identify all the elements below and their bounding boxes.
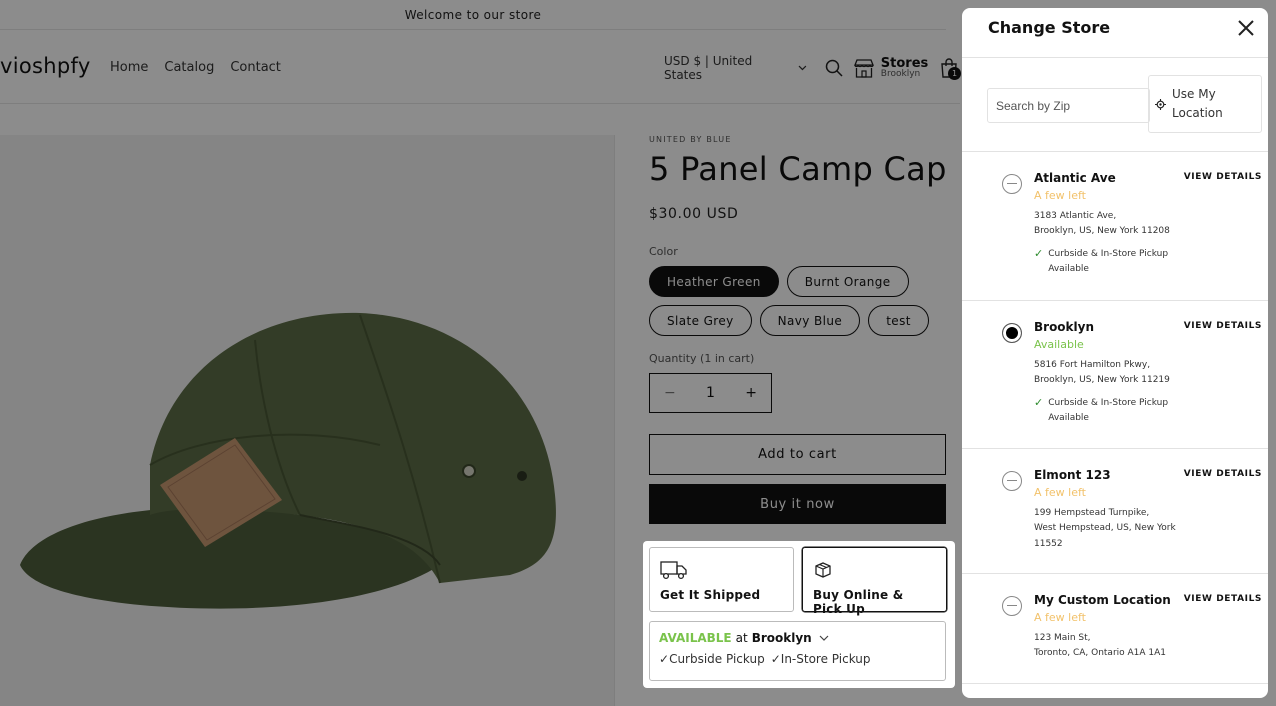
truck-icon: [660, 561, 687, 580]
check-icon: ✓: [659, 652, 670, 666]
store-pickup-info: ✓ Curbside & In-Store Pickup Available: [1034, 247, 1184, 278]
fulfillment-options: Get It Shipped Buy Online & Pick Up: [649, 547, 949, 616]
availability-status: AVAILABLE: [659, 631, 732, 645]
buy-online-pickup-option[interactable]: Buy Online & Pick Up: [802, 547, 947, 616]
close-icon[interactable]: [1236, 18, 1256, 38]
store-search-row: Use My Location: [962, 58, 1268, 152]
store-pickup-info: ✓ Curbside & In-Store Pickup Available: [1034, 396, 1184, 427]
use-my-location-button[interactable]: Use My Location: [1148, 75, 1262, 133]
view-details-link[interactable]: VIEW DETAILS: [1184, 594, 1262, 604]
availability-store[interactable]: Brooklyn: [752, 631, 812, 645]
box-icon: [815, 562, 831, 578]
availability-line: AVAILABLE at Brooklyn: [659, 631, 936, 645]
curbside-pickup-label: Curbside Pickup: [669, 652, 765, 666]
curbside-pickup: ✓Curbside Pickup: [659, 652, 765, 666]
store-address: 3183 Atlantic Ave, Brooklyn, US, New York…: [1034, 211, 1170, 237]
check-icon: ✓: [1034, 395, 1044, 409]
drawer-title: Change Store: [988, 18, 1111, 37]
store-item-atlantic-ave[interactable]: Atlantic Ave A few left 3183 Atlantic Av…: [962, 152, 1268, 301]
check-icon: ✓: [1034, 246, 1044, 260]
store-address: 199 Hempstead Turnpike, West Hempstead, U…: [1034, 508, 1176, 549]
change-store-drawer: Change Store Use My Location Atlantic Av…: [962, 8, 1268, 698]
drawer-header: Change Store: [962, 8, 1268, 58]
store-stock-status: Available: [1034, 338, 1084, 351]
zip-search-input[interactable]: [987, 88, 1150, 123]
store-address: 5816 Fort Hamilton Pkwy, Brooklyn, US, Ne…: [1034, 360, 1170, 386]
store-item-elmont-123[interactable]: Elmont 123 A few left 199 Hempstead Turn…: [962, 449, 1268, 574]
fulfillment-module: Get It Shipped Buy Online & Pick Up AVAI…: [643, 541, 955, 688]
store-stock-status: A few left: [1034, 611, 1086, 624]
store-radio-elmont-123[interactable]: [1002, 471, 1022, 491]
store-radio-brooklyn[interactable]: [1002, 323, 1022, 343]
instore-pickup: ✓In-Store Pickup: [771, 652, 871, 666]
chevron-down-icon[interactable]: [819, 635, 829, 642]
availability-at: at: [735, 631, 748, 645]
view-details-link[interactable]: VIEW DETAILS: [1184, 469, 1262, 479]
check-icon: ✓: [770, 652, 781, 666]
availability-box: AVAILABLE at Brooklyn ✓Curbside Pickup ✓…: [649, 621, 946, 681]
get-it-shipped-option[interactable]: Get It Shipped: [649, 547, 794, 612]
store-address: 123 Main St, Toronto, CA, Ontario A1A 1A1: [1034, 633, 1167, 659]
store-stock-status: A few left: [1034, 486, 1086, 499]
use-my-location-label: Use My Location: [1172, 87, 1223, 120]
store-radio-atlantic-ave[interactable]: [1002, 174, 1022, 194]
store-item-brooklyn[interactable]: Brooklyn Available 5816 Fort Hamilton Pk…: [962, 301, 1268, 449]
store-radio-my-custom-location[interactable]: [1002, 596, 1022, 616]
instore-pickup-label: In-Store Pickup: [780, 652, 871, 666]
locate-icon: [1155, 98, 1166, 110]
view-details-link[interactable]: VIEW DETAILS: [1184, 321, 1262, 331]
store-item-my-custom-location[interactable]: My Custom Location A few left 123 Main S…: [962, 574, 1268, 684]
buy-online-pickup-label: Buy Online & Pick Up: [813, 588, 904, 616]
store-stock-status: A few left: [1034, 189, 1086, 202]
get-it-shipped-label: Get It Shipped: [660, 588, 761, 602]
view-details-link[interactable]: VIEW DETAILS: [1184, 172, 1262, 182]
pickup-methods: ✓Curbside Pickup ✓In-Store Pickup: [659, 652, 936, 666]
